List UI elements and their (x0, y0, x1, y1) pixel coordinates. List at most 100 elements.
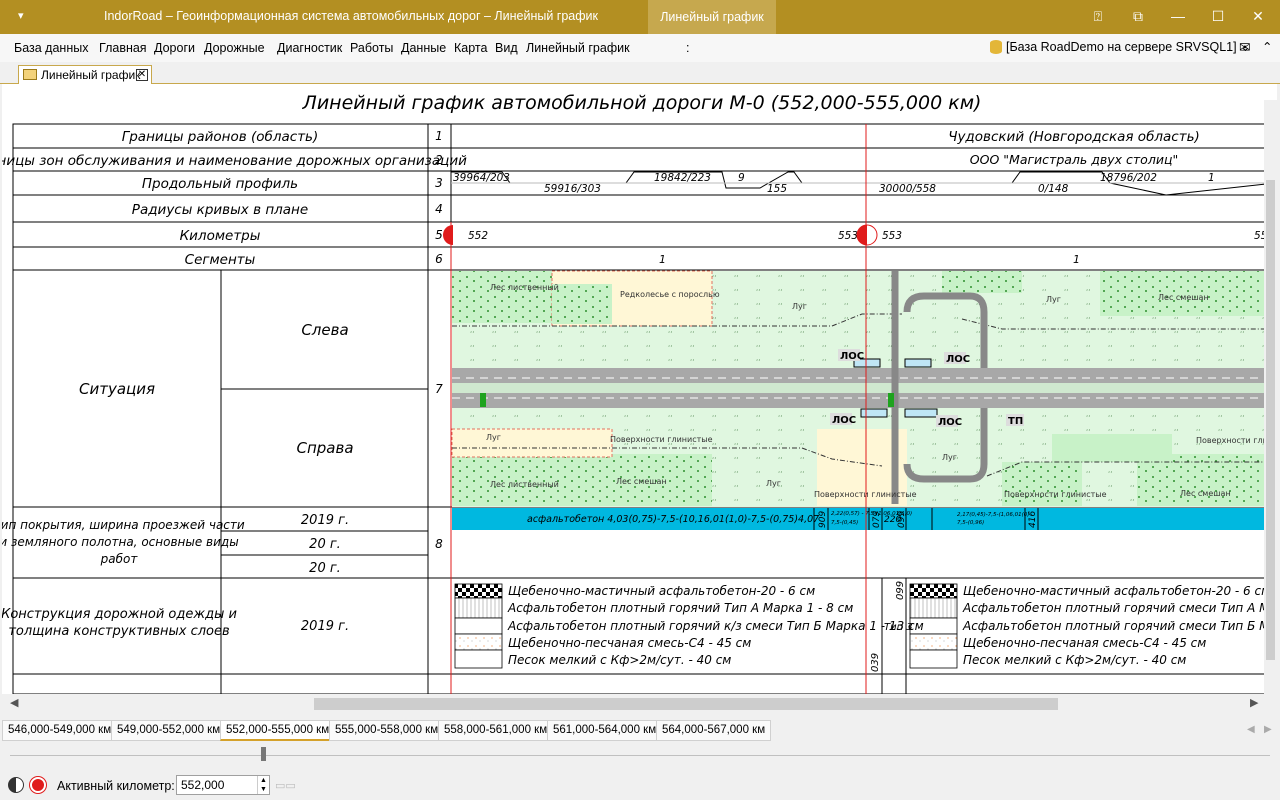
scroll-right-icon[interactable]: ▶ (1250, 696, 1258, 709)
restore-ribbon-icon[interactable]: ⧉ (1118, 0, 1158, 34)
mail-icon[interactable]: ✉ (1239, 39, 1251, 56)
year-2019: 2019 г. (301, 513, 349, 528)
range-tab-546[interactable]: 546,000-549,000 км (2, 720, 118, 741)
help-icon[interactable]: ⍰ (1078, 0, 1118, 34)
menu-database[interactable]: База данных (14, 41, 88, 55)
menu-linear-graph[interactable]: Линейный график (526, 41, 630, 55)
profile-seg-5: 155 (767, 183, 787, 195)
graph-title: Линейный график автомобильной дороги М-0… (302, 92, 982, 114)
row-label-pavement-1: Конструкция дорожной одежды и (2, 607, 237, 622)
row-label-curve-radii: Радиусы кривых в плане (132, 202, 308, 218)
segment-1-label: 1 (659, 253, 666, 266)
go-to-km-icon[interactable]: ▭▭ (275, 779, 296, 792)
horizontal-scrollbar[interactable]: ◀ ▶ (2, 694, 1277, 714)
map-los-1: ЛОС (840, 351, 864, 362)
layer-a-2: Асфальтобетон плотный горячий Тип А Марк… (507, 601, 853, 615)
row-num-7: 7 (435, 382, 443, 396)
slider-track (10, 755, 1270, 756)
row-label-long-profile: Продольный профиль (142, 176, 298, 192)
row-num-3: 3 (435, 176, 443, 190)
menu-bar: База данных Главная Дороги Дорожные Диаг… (0, 34, 1280, 62)
pavement-type: Тип 3 (884, 622, 913, 633)
range-tab-558[interactable]: 558,000-561,000 км (438, 720, 554, 741)
profile-seg-7: 0/148 (1038, 183, 1069, 195)
row-num-1: 1 (435, 129, 443, 143)
map-label-forest: Лес лиственный (490, 283, 559, 292)
layer-a-5: Песок мелкий с Кф>2м/сут. - 40 см (508, 653, 731, 667)
contrast-icon[interactable] (8, 777, 24, 793)
tabs-next-icon[interactable]: ▶ (1264, 724, 1272, 735)
linear-graph-canvas[interactable]: ,, Линейный график автомобильной дороги … (2, 84, 1277, 694)
minimize-button[interactable]: — (1158, 0, 1198, 34)
kilometer-markers: 552 553 553 55 (443, 224, 1268, 246)
active-km-input[interactable]: 552,000 ▲ ▼ (176, 775, 270, 795)
range-tab-552[interactable]: 552,000-555,000 км (220, 720, 336, 741)
scroll-left-icon[interactable]: ◀ (10, 696, 18, 709)
menu-diagnostics[interactable]: Диагностик (277, 41, 342, 55)
layer-b-3: Асфальтобетон плотный горячий смеси Тип … (962, 619, 1277, 633)
menu-map[interactable]: Карта (454, 41, 487, 55)
ribbon-collapse-icon[interactable]: ⌃ (1262, 39, 1272, 54)
tab-label: Линейный график (41, 68, 141, 82)
menu-data[interactable]: Данные (401, 41, 446, 55)
range-tabs: 546,000-549,000 км 549,000-552,000 км 55… (0, 718, 1280, 742)
surface-small-2: 2,17(0,45)-7,5-(1,06,01(0) (957, 512, 1029, 518)
row-label-surface-3: работ (100, 552, 139, 566)
map-label-forest-mixed: Лес смешан (1158, 293, 1209, 302)
status-bar: Активный километр: 552,000 ▲ ▼ ▭▭ (0, 770, 1280, 800)
close-button[interactable]: ✕ (1238, 0, 1278, 34)
km-label-553-right: 553 (882, 230, 902, 242)
km-slider[interactable] (0, 742, 1280, 770)
row-label-service-zones: Границы зон обслуживания и наименование … (2, 153, 467, 169)
service-org-value: ООО "Магистраль двух столиц" (970, 152, 1178, 167)
tab-close-icon[interactable]: ✕ (136, 69, 148, 81)
menu-home[interactable]: Главная (99, 41, 147, 55)
document-tabs: Линейный график ✕ (0, 62, 1280, 84)
menu-roads[interactable]: Дороги (154, 41, 195, 55)
vertical-scrollbar[interactable] (1264, 100, 1277, 694)
pavement-mark-099: 099 (895, 581, 906, 600)
row-label-situation: Ситуация (79, 380, 155, 398)
row-num-6: 6 (435, 252, 443, 266)
menu-road-objects[interactable]: Дорожные (204, 41, 265, 55)
active-km-label: Активный километр: (57, 779, 175, 793)
horizontal-scroll-thumb[interactable] (314, 698, 1058, 710)
map-los-2: ЛОС (946, 354, 970, 365)
map-label-forest-mixed-3: Лес смешан (1180, 489, 1231, 498)
profile-seg-9: 1 (1208, 172, 1215, 184)
segment-2-label: 1 (1073, 253, 1080, 266)
layer-b-4: Щебеночно-песчаная смесь-С4 - 45 см (963, 636, 1206, 650)
pavement-year: 2019 г. (301, 619, 349, 634)
profile-seg-8: 18796/202 (1100, 172, 1157, 184)
tab-linear-graph[interactable]: Линейный график ✕ (18, 65, 152, 84)
menu-works[interactable]: Работы (350, 41, 393, 55)
slider-knob[interactable] (261, 747, 266, 761)
range-tab-549[interactable]: 549,000-552,000 км (111, 720, 227, 741)
map-label-meadow-2: Луг (1046, 295, 1061, 304)
context-tab-linear-graph[interactable]: Линейный график (648, 0, 776, 34)
range-tab-564[interactable]: 564,000-567,000 км (656, 720, 772, 741)
row-num-4: 4 (435, 202, 443, 216)
surface-small-4: 7,5-(0,96) (957, 520, 984, 526)
maximize-button[interactable]: ☐ (1198, 0, 1238, 34)
surface-small-1: 2,22(0,57) - 7,5-(1,06,01(1,0) (831, 511, 912, 517)
row-num-5: 5 (435, 228, 443, 242)
situation-map: Лес лиственный Редколесье с порослью Луг… (451, 270, 1277, 507)
surface-small-3: 7,5-(0,45) (831, 520, 858, 526)
range-tab-561[interactable]: 561,000-564,000 км (547, 720, 663, 741)
quick-access-chevron-icon[interactable]: ▾ (18, 9, 24, 22)
layer-b-1: Щебеночно-мастичный асфальтобетон-20 - 6… (963, 584, 1270, 598)
km-stepper[interactable]: ▲ ▼ (257, 776, 269, 794)
km-label-553-left: 553 (838, 230, 858, 242)
vertical-scroll-thumb[interactable] (1266, 180, 1275, 660)
year-placeholder-2: 20 г. (309, 561, 341, 576)
row-label-left: Слева (301, 321, 348, 339)
layer-a-4: Щебеночно-песчаная смесь-С4 - 45 см (508, 636, 751, 650)
range-tab-555[interactable]: 555,000-558,000 км (329, 720, 445, 741)
menu-overflow[interactable]: : (686, 41, 689, 55)
map-label-clay-3: Поверхности глинистые (1004, 490, 1107, 499)
menu-view[interactable]: Вид (495, 41, 518, 55)
km-marker-icon[interactable] (30, 777, 46, 793)
database-selector[interactable]: [База RoadDemo на сервере SRVSQL1] ⌄ (990, 39, 1251, 54)
tabs-prev-icon[interactable]: ◀ (1247, 724, 1255, 735)
